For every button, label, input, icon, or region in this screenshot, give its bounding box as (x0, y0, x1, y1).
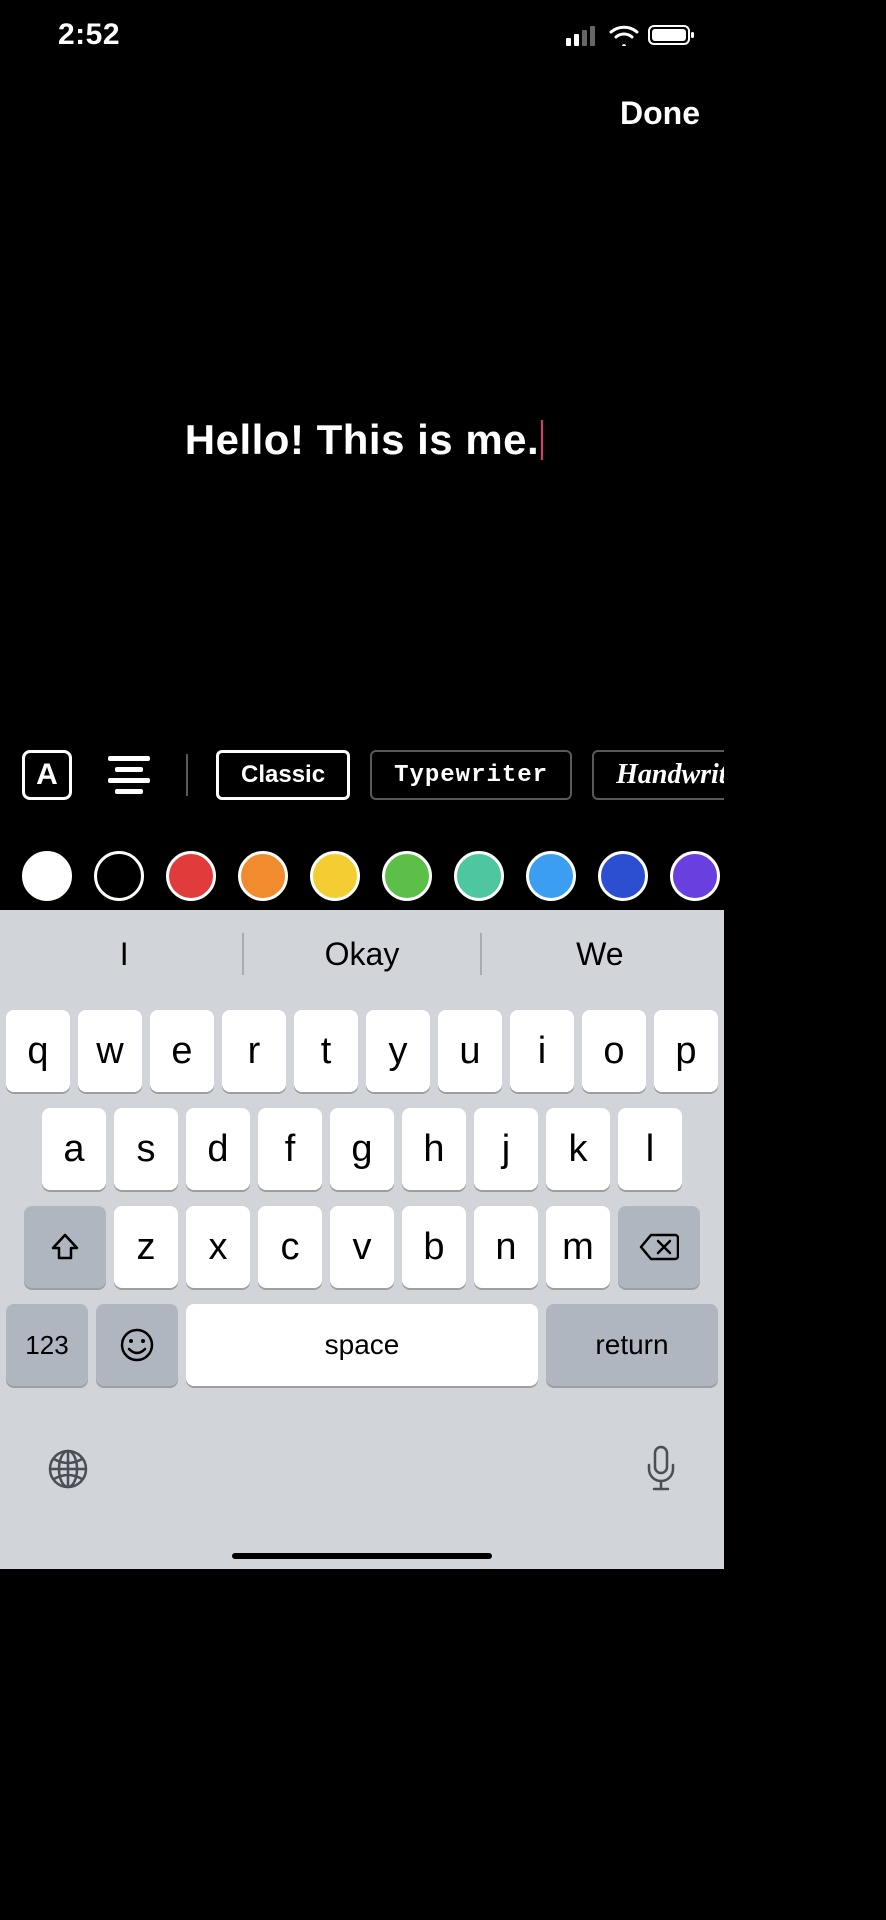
space-key[interactable]: space (186, 1304, 538, 1386)
text-align-button[interactable] (104, 750, 154, 800)
text-input[interactable]: Hello! This is me. (185, 416, 539, 464)
key-k[interactable]: k (546, 1108, 610, 1190)
text-canvas[interactable]: Hello! This is me. (0, 160, 724, 720)
shift-icon (49, 1231, 81, 1263)
suggestion-bar: I Okay We (0, 910, 724, 998)
status-time: 2:52 (58, 18, 120, 52)
key-o[interactable]: o (582, 1010, 646, 1092)
key-n[interactable]: n (474, 1206, 538, 1288)
align-line-icon (115, 767, 143, 772)
key-e[interactable]: e (150, 1010, 214, 1092)
cellular-icon (566, 24, 600, 46)
color-swatch[interactable] (310, 851, 360, 901)
key-d[interactable]: d (186, 1108, 250, 1190)
suggestion[interactable]: We (482, 936, 718, 973)
shift-key[interactable] (24, 1206, 106, 1288)
suggestion[interactable]: I (6, 936, 242, 973)
color-swatch[interactable] (454, 851, 504, 901)
wifi-icon (608, 24, 640, 46)
globe-icon[interactable] (46, 1447, 90, 1491)
color-row (0, 842, 724, 910)
backspace-key[interactable] (618, 1206, 700, 1288)
suggestion[interactable]: Okay (244, 936, 480, 973)
font-option-typewriter[interactable]: Typewriter (370, 750, 572, 800)
key-p[interactable]: p (654, 1010, 718, 1092)
text-style-button[interactable]: A (22, 750, 72, 800)
text-content: Hello! This is me. (185, 416, 539, 463)
key-b[interactable]: b (402, 1206, 466, 1288)
key-h[interactable]: h (402, 1108, 466, 1190)
key-s[interactable]: s (114, 1108, 178, 1190)
font-option-handwrit[interactable]: Handwrit (592, 750, 724, 800)
key-j[interactable]: j (474, 1108, 538, 1190)
align-line-icon (115, 789, 143, 794)
color-swatch[interactable] (526, 851, 576, 901)
color-swatch[interactable] (238, 851, 288, 901)
align-line-icon (108, 778, 150, 783)
battery-icon (648, 24, 696, 46)
toolbar-divider (186, 754, 188, 796)
color-swatch[interactable] (598, 851, 648, 901)
key-y[interactable]: y (366, 1010, 430, 1092)
color-swatch[interactable] (94, 851, 144, 901)
keyboard-bottom-row (0, 1398, 724, 1569)
key-z[interactable]: z (114, 1206, 178, 1288)
key-g[interactable]: g (330, 1108, 394, 1190)
key-l[interactable]: l (618, 1108, 682, 1190)
numbers-key[interactable]: 123 (6, 1304, 88, 1386)
key-f[interactable]: f (258, 1108, 322, 1190)
color-swatch[interactable] (166, 851, 216, 901)
emoji-key[interactable] (96, 1304, 178, 1386)
key-a[interactable]: a (42, 1108, 106, 1190)
key-c[interactable]: c (258, 1206, 322, 1288)
done-button[interactable]: Done (620, 95, 700, 132)
backspace-icon (639, 1233, 679, 1261)
key-v[interactable]: v (330, 1206, 394, 1288)
key-w[interactable]: w (78, 1010, 142, 1092)
key-t[interactable]: t (294, 1010, 358, 1092)
text-caret (541, 420, 543, 460)
key-q[interactable]: q (6, 1010, 70, 1092)
key-m[interactable]: m (546, 1206, 610, 1288)
status-icons (566, 24, 696, 46)
key-u[interactable]: u (438, 1010, 502, 1092)
align-line-icon (108, 756, 150, 761)
style-toolbar: A Classic Typewriter Handwrit (0, 740, 724, 810)
dictation-icon[interactable] (644, 1445, 678, 1493)
return-key[interactable]: return (546, 1304, 718, 1386)
status-bar: 2:52 (0, 0, 724, 70)
key-r[interactable]: r (222, 1010, 286, 1092)
emoji-icon (119, 1327, 155, 1363)
font-option-classic[interactable]: Classic (216, 750, 350, 800)
key-i[interactable]: i (510, 1010, 574, 1092)
keyboard: I Okay We qwertyuiop asdfghjkl zxcvbnm 1… (0, 910, 724, 1569)
color-swatch[interactable] (382, 851, 432, 901)
color-swatch[interactable] (22, 851, 72, 901)
home-indicator[interactable] (232, 1553, 492, 1559)
key-x[interactable]: x (186, 1206, 250, 1288)
color-swatch[interactable] (670, 851, 720, 901)
